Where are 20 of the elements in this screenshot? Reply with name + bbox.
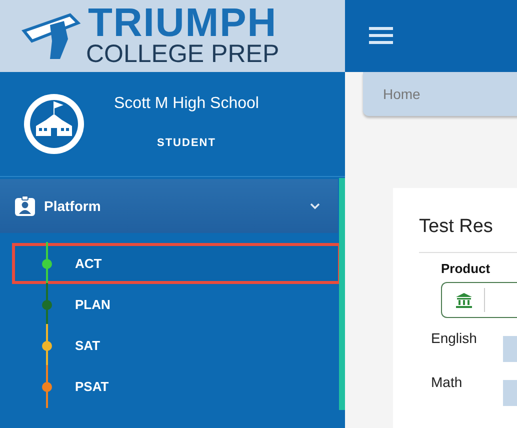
scrollbar[interactable] bbox=[339, 178, 345, 410]
subject-label: English bbox=[431, 330, 478, 346]
logo-wordmark: TRIUMPH bbox=[88, 5, 278, 41]
product-label: Product bbox=[441, 261, 492, 276]
submenu-item[interactable]: ACT bbox=[12, 243, 341, 284]
user-role: STUDENT bbox=[157, 137, 216, 149]
badge-person-icon bbox=[14, 195, 36, 217]
platform-menu-header[interactable]: Platform bbox=[0, 179, 338, 233]
submenu-item[interactable]: PSAT bbox=[12, 366, 338, 407]
submenu-item[interactable]: SAT bbox=[12, 325, 338, 366]
logo-subtitle: COLLEGE PREP bbox=[86, 41, 280, 67]
bank-icon bbox=[456, 292, 472, 308]
subject-label: Math bbox=[431, 374, 464, 390]
card-title: Test Res bbox=[419, 216, 517, 253]
school-name: Scott M High School bbox=[114, 95, 259, 113]
chevron-icon bbox=[310, 202, 320, 210]
breadcrumb-link[interactable]: Home bbox=[383, 86, 420, 102]
menu-icon bbox=[369, 27, 393, 45]
school-building-icon bbox=[22, 92, 86, 156]
submenu-item[interactable]: PLAN bbox=[12, 284, 338, 325]
